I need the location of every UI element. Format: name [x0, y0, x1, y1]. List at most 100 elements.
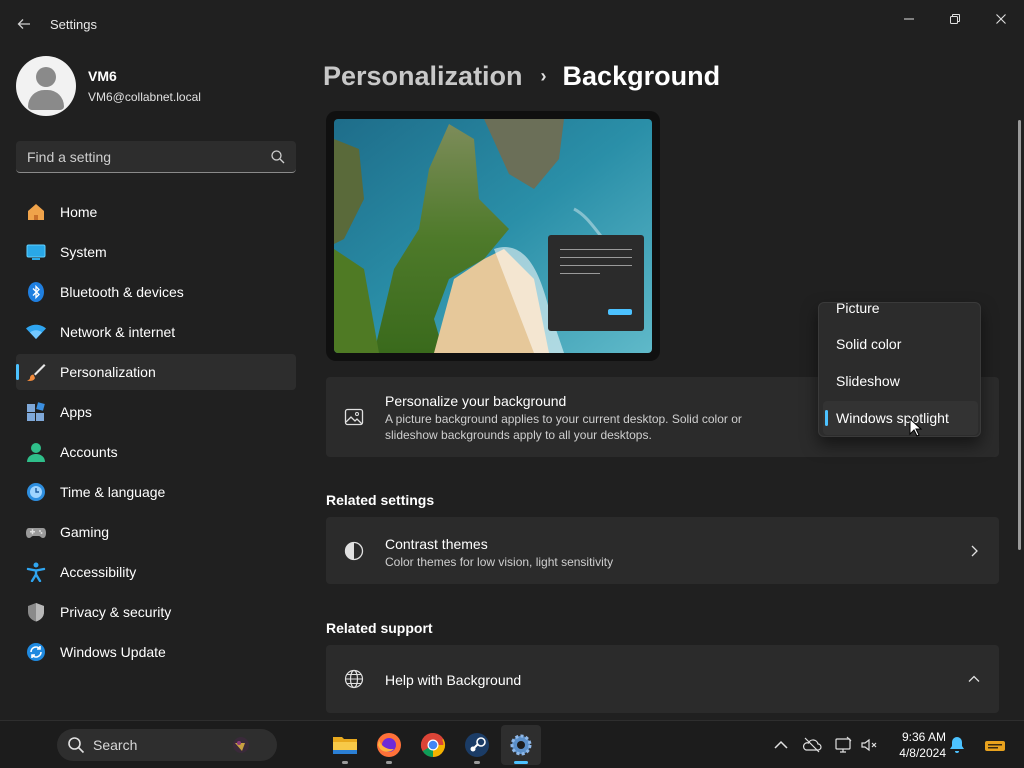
taskbar-clock[interactable]: 9:36 AM 4/8/2024: [886, 729, 946, 761]
taskbar: Search 9:36 AM 4/8/2024: [0, 720, 1024, 768]
sidebar-item-network[interactable]: Network & internet: [16, 314, 296, 350]
notification-bell-icon[interactable]: [947, 735, 967, 755]
close-icon: [996, 14, 1006, 24]
sidebar-item-label: Home: [60, 204, 98, 220]
sidebar-item-home[interactable]: Home: [16, 194, 296, 230]
brush-icon: [27, 364, 46, 381]
minimize-icon: [904, 18, 914, 20]
avatar: [16, 56, 76, 116]
background-type-dropdown[interactable]: Picture Solid color Slideshow Windows sp…: [818, 302, 981, 437]
sidebar-item-apps[interactable]: Apps: [16, 394, 296, 430]
card-title: Help with Background: [385, 672, 522, 688]
dropdown-option-slideshow[interactable]: Slideshow: [823, 364, 978, 398]
sidebar-item-label: Accounts: [60, 444, 118, 460]
system-icon: [26, 244, 46, 260]
close-button[interactable]: [978, 4, 1024, 34]
sidebar: VM6 VM6@collabnet.local Find a setting H…: [0, 48, 310, 720]
clock-date: 4/8/2024: [899, 746, 946, 760]
accounts-icon: [27, 443, 45, 462]
title-bar: Settings: [0, 0, 1024, 48]
card-description: A picture background applies to your cur…: [385, 412, 742, 442]
apps-icon: [27, 402, 45, 421]
minimize-button[interactable]: [886, 4, 932, 34]
sidebar-item-accounts[interactable]: Accounts: [16, 434, 296, 470]
sidebar-item-bluetooth[interactable]: Bluetooth & devices: [16, 274, 296, 310]
bluetooth-icon: [28, 282, 44, 302]
background-preview: [326, 111, 660, 361]
dropdown-option-picture[interactable]: Picture: [823, 303, 978, 325]
shield-icon: [28, 603, 44, 622]
taskbar-steam[interactable]: [457, 725, 497, 765]
sidebar-item-label: Time & language: [60, 484, 166, 500]
sidebar-item-gaming[interactable]: Gaming: [16, 514, 296, 550]
firefox-icon: [377, 733, 401, 757]
profile-email: VM6@collabnet.local: [88, 90, 201, 104]
breadcrumb-parent[interactable]: Personalization: [323, 61, 523, 92]
sidebar-item-accessibility[interactable]: Accessibility: [16, 554, 296, 590]
app-title: Settings: [50, 17, 97, 32]
search-input[interactable]: Find a setting: [16, 141, 296, 173]
taskbar-search-label: Search: [93, 737, 138, 753]
sidebar-item-label: Windows Update: [60, 644, 166, 660]
dropdown-option-solid-color[interactable]: Solid color: [823, 327, 978, 361]
restore-button[interactable]: [932, 4, 978, 34]
back-arrow-icon: [17, 19, 30, 29]
sidebar-item-label: System: [60, 244, 107, 260]
related-support-heading: Related support: [326, 620, 433, 636]
clock-time: 9:36 AM: [901, 730, 946, 744]
taskbar-search[interactable]: Search: [57, 729, 277, 761]
sidebar-item-label: Personalization: [60, 364, 156, 380]
wifi-icon: [26, 324, 46, 339]
breadcrumb-separator: ›: [540, 65, 547, 86]
back-button[interactable]: [12, 12, 36, 36]
nav-list: Home System Bluetooth & devices Network …: [16, 194, 296, 674]
chevron-up-icon[interactable]: [771, 735, 791, 755]
help-with-background-card[interactable]: Help with Background: [326, 645, 999, 713]
search-icon: [271, 150, 285, 164]
sidebar-item-personalization[interactable]: Personalization: [16, 354, 296, 390]
windows-update-icon: [27, 643, 45, 661]
volume-muted-icon[interactable]: [859, 735, 879, 755]
sidebar-item-time-language[interactable]: Time & language: [16, 474, 296, 510]
preview-image: [334, 119, 652, 353]
file-explorer-icon: [333, 737, 357, 754]
dropdown-option-windows-spotlight[interactable]: Windows spotlight: [823, 401, 978, 435]
taskbar-firefox[interactable]: [369, 725, 409, 765]
sidebar-item-windows-update[interactable]: Windows Update: [16, 634, 296, 670]
globe-icon: [344, 669, 364, 689]
sidebar-item-system[interactable]: System: [16, 234, 296, 270]
taskbar-chrome[interactable]: [413, 725, 453, 765]
gamepad-icon: [26, 528, 46, 538]
related-settings-heading: Related settings: [326, 492, 435, 508]
profile-name: VM6: [88, 68, 117, 84]
contrast-themes-card[interactable]: Contrast themes Color themes for low vis…: [326, 517, 999, 584]
sidebar-item-label: Accessibility: [60, 564, 137, 580]
taskbar-settings[interactable]: [501, 725, 541, 765]
breadcrumb: Personalization › Background: [323, 58, 720, 94]
accessibility-icon: [26, 562, 46, 582]
taskbar-file-explorer[interactable]: [325, 725, 365, 765]
home-icon: [28, 204, 44, 220]
settings-icon: [510, 734, 532, 756]
user-profile[interactable]: VM6 VM6@collabnet.local: [16, 56, 306, 118]
sidebar-item-label: Privacy & security: [60, 604, 172, 620]
onedrive-offline-icon[interactable]: [802, 735, 822, 755]
network-icon[interactable]: [833, 735, 853, 755]
sidebar-item-label: Bluetooth & devices: [60, 284, 184, 300]
contrast-icon: [344, 541, 364, 561]
sidebar-item-label: Gaming: [60, 524, 110, 540]
restore-icon: [950, 14, 960, 24]
page-title: Background: [562, 60, 721, 91]
preview-badge-icon: [985, 741, 1005, 751]
mouse-cursor-icon: [909, 418, 923, 437]
search-placeholder: Find a setting: [27, 149, 112, 165]
card-description: Color themes for low vision, light sensi…: [385, 555, 614, 569]
chevron-up-icon[interactable]: [967, 672, 981, 686]
picture-icon: [344, 408, 364, 426]
preview-window-mock: [548, 235, 644, 331]
chrome-icon: [420, 733, 446, 757]
card-title: Contrast themes: [385, 536, 488, 552]
time-language-icon: [27, 483, 45, 501]
sidebar-item-privacy[interactable]: Privacy & security: [16, 594, 296, 630]
scrollbar[interactable]: [1018, 120, 1021, 550]
